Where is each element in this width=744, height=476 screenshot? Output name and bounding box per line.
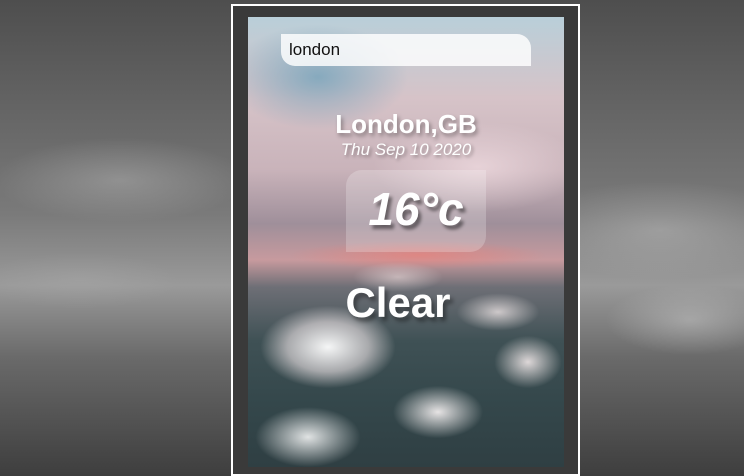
temperature-value: 16°c bbox=[368, 183, 464, 235]
temperature-box: 16°c bbox=[346, 170, 486, 252]
weather-card: London,GB Thu Sep 10 2020 16°c Clear bbox=[248, 17, 564, 467]
search-input[interactable] bbox=[281, 34, 531, 66]
date-label: Thu Sep 10 2020 bbox=[340, 140, 472, 159]
location-title: London,GB bbox=[335, 109, 477, 139]
weather-condition: Clear bbox=[345, 279, 451, 326]
